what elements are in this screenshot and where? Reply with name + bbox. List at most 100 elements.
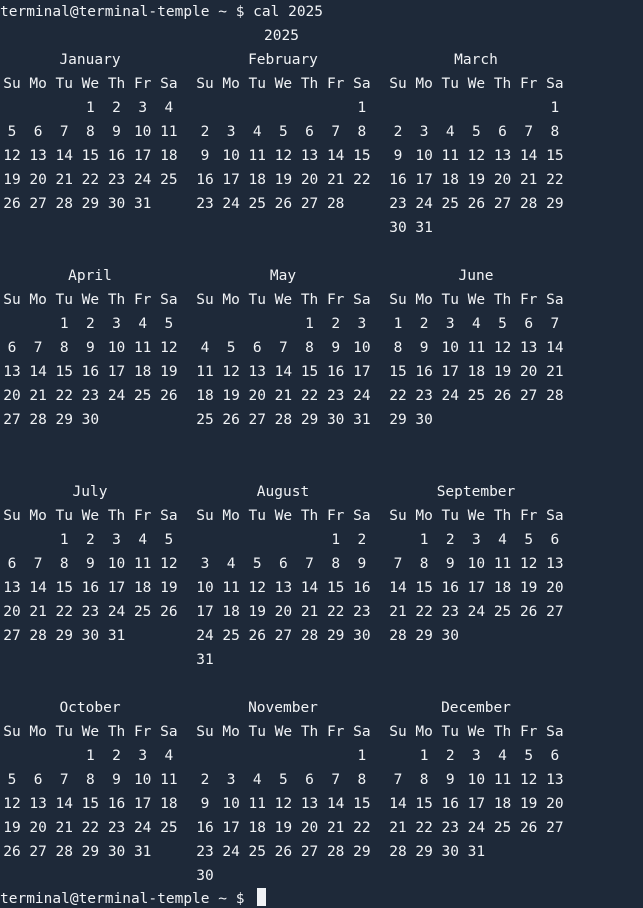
day-cell: 19 [519,580,538,596]
day-cell: 31 [467,844,486,860]
day-cell: 16 [353,580,371,596]
day-cell: 24 [222,844,240,860]
weekday-label: Fr [326,292,345,308]
weekday-label: We [467,292,486,308]
day-cell: 16 [107,148,126,164]
prompt-line[interactable]: terminal@terminal-temple ~ $ [0,887,267,908]
day-cell: 9 [86,340,95,356]
day-cell: 10 [107,340,126,356]
day-cell: 17 [107,364,126,380]
day-cell: 10 [467,772,486,788]
day-cell: 18 [441,172,459,188]
day-cell: 10 [196,580,214,596]
day-cell: 22 [353,820,371,836]
day-cell: 28 [389,628,407,644]
day-cell: 23 [441,604,459,620]
day-cell: 26 [3,844,21,860]
day-cell: 14 [55,148,73,164]
day-cell: 23 [326,388,345,404]
day-cell: 24 [415,196,433,212]
weekday-label: Sa [160,292,178,308]
day-cell: 6 [305,124,314,140]
command-text: cal 2025 [253,4,324,20]
day-cell: 28 [326,196,345,212]
day-cell: 22 [81,820,100,836]
day-cell: 14 [519,148,538,164]
day-cell: 9 [200,796,210,812]
day-cell: 21 [389,820,407,836]
day-cell: 28 [326,844,345,860]
day-cell: 3 [112,316,121,332]
day-cell: 6 [7,556,17,572]
weekday-label: Th [107,724,126,740]
day-cell: 16 [441,580,459,596]
month-title: December [441,700,511,716]
day-cell: 27 [519,388,538,404]
day-cell: 1 [86,100,95,116]
day-cell: 22 [546,172,564,188]
day-cell: 27 [29,844,47,860]
day-cell: 23 [415,388,433,404]
day-cell: 30 [326,412,345,428]
day-cell: 18 [133,364,152,380]
day-cell: 7 [393,556,403,572]
day-cell: 30 [389,220,407,236]
month-title: May [269,268,297,284]
month-title: June [458,268,494,284]
day-cell: 6 [33,124,43,140]
day-cell: 30 [353,628,371,644]
weekday-label: Sa [353,508,371,524]
day-cell: 26 [493,388,512,404]
day-cell: 12 [222,364,240,380]
day-cell: 5 [7,772,17,788]
day-cell: 9 [393,148,403,164]
weekday-label: Su [196,76,214,92]
day-cell: 2 [445,748,455,764]
day-cell: 17 [441,364,459,380]
day-cell: 11 [248,796,266,812]
prompt-text: terminal@terminal-temple ~ $ [0,891,254,907]
day-cell: 27 [300,844,319,860]
day-cell: 4 [200,340,210,356]
day-cell: 7 [59,124,69,140]
day-cell: 6 [252,340,262,356]
day-cell: 3 [472,748,481,764]
day-cell: 11 [441,148,459,164]
day-cell: 24 [441,388,459,404]
day-cell: 17 [107,580,126,596]
day-cell: 29 [415,844,433,860]
day-cell: 31 [107,628,126,644]
day-cell: 26 [467,196,486,212]
day-cell: 25 [441,196,459,212]
weekday-label: Fr [519,508,538,524]
day-cell: 21 [326,172,345,188]
weekday-label: Tu [55,76,73,92]
day-cell: 24 [353,388,371,404]
weekday-label: We [274,76,293,92]
day-cell: 1 [357,100,367,116]
weekday-label: Th [493,76,512,92]
day-cell: 16 [441,796,459,812]
weekday-label: Th [300,76,319,92]
month-title: January [59,52,121,68]
day-cell: 27 [3,412,21,428]
terminal-window[interactable]: terminal@terminal-temple ~ $ cal 2025 20… [0,0,643,908]
day-cell: 20 [493,172,512,188]
weekday-label: Tu [441,292,459,308]
day-cell: 29 [55,412,73,428]
month-title: July [72,484,108,500]
day-cell: 30 [107,844,126,860]
day-cell: 22 [81,172,100,188]
day-cell: 8 [59,556,69,572]
day-cell: 3 [419,124,429,140]
day-cell: 14 [389,796,407,812]
weekday-label: Su [3,508,21,524]
weekday-label: Sa [546,292,564,308]
day-cell: 29 [415,628,433,644]
day-cell: 1 [86,748,95,764]
day-cell: 7 [305,556,314,572]
day-cell: 10 [133,124,152,140]
weekday-label: Th [300,292,319,308]
day-cell: 13 [300,148,319,164]
day-cell: 1 [59,532,69,548]
